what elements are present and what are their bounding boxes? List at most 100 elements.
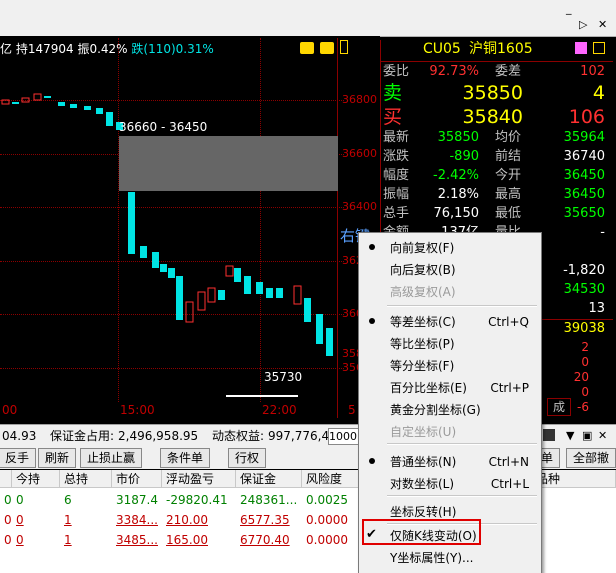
- exercise-button[interactable]: 行权: [228, 448, 267, 468]
- candle: [176, 276, 183, 320]
- candle: [244, 276, 251, 294]
- trades-tab[interactable]: 成: [547, 398, 571, 416]
- menu-item-label: 向后复权(B): [390, 263, 456, 277]
- candle: [225, 265, 234, 277]
- table-header[interactable]: [0, 470, 12, 488]
- menu-item-label: 等比坐标(P): [390, 337, 455, 351]
- quote-name: 沪铜1605: [469, 41, 533, 57]
- menu-item[interactable]: 高级复权(A): [359, 281, 541, 303]
- indicator-icon[interactable]: [320, 42, 334, 54]
- stop-loss-button[interactable]: 止损止赢: [80, 448, 143, 468]
- menu-item[interactable]: 等差坐标(C) Ctrl+Q: [359, 311, 541, 333]
- menu-item-label: 自定坐标(U): [390, 425, 457, 439]
- table-header[interactable]: 今持: [12, 470, 60, 488]
- table-header[interactable]: 品种: [532, 470, 616, 488]
- candle: [44, 96, 51, 98]
- candle: [207, 287, 216, 303]
- y-axis-label: 36800: [342, 93, 377, 106]
- quote-value: 106: [568, 106, 605, 128]
- table-cell: 0: [16, 493, 24, 507]
- menu-item[interactable]: 等分坐标(F): [359, 355, 541, 377]
- quote-label: 今开: [495, 168, 522, 183]
- candle: [185, 301, 194, 323]
- candle: [276, 288, 283, 298]
- table-cell: 3485...: [116, 533, 158, 547]
- table-header[interactable]: 市价: [112, 470, 162, 488]
- menu-item[interactable]: 等比坐标(P): [359, 333, 541, 355]
- candle: [160, 264, 167, 272]
- table-cell: 3384...: [116, 513, 158, 527]
- quote-label: 买: [383, 106, 403, 128]
- candle: [326, 328, 333, 356]
- quote-label: 委差: [495, 64, 522, 79]
- pin-icon[interactable]: [575, 42, 587, 54]
- quote-label: 卖: [383, 82, 403, 104]
- menu-item[interactable]: 普通坐标(N) Ctrl+N: [359, 451, 541, 473]
- close-icon[interactable]: ✕: [598, 18, 607, 32]
- quote-label: 最低: [495, 206, 522, 221]
- quote-value: 2.18%: [437, 187, 479, 202]
- gap-label: 36660 - 36450: [119, 120, 208, 134]
- condition-order-button[interactable]: 条件单: [160, 448, 211, 468]
- table-cell: 1: [64, 533, 72, 547]
- quote-row: 幅度 -2.42% 今开 36450: [381, 167, 613, 185]
- quote-value: -: [600, 225, 605, 240]
- candle: [21, 97, 30, 103]
- menu-separator: [387, 443, 537, 445]
- top-title-strip: _ ▷ ✕: [0, 0, 616, 37]
- x-axis-label: 5: [348, 403, 356, 417]
- chart-info-line: 亿 持147904 振0.42% 跌(110)0.31%: [0, 40, 214, 56]
- menu-item[interactable]: 对数坐标(L) Ctrl+L: [359, 473, 541, 495]
- table-cell: 6770.40: [240, 533, 290, 547]
- menu-item[interactable]: 向前复权(F): [359, 237, 541, 259]
- quote-row: 买 35840 106: [381, 106, 613, 128]
- refresh-button[interactable]: 刷新: [38, 448, 77, 468]
- menu-item-label: 等分坐标(F): [390, 359, 455, 373]
- table-cell: 0: [4, 513, 12, 527]
- close-icon[interactable]: ✕: [598, 425, 607, 447]
- quantity-input[interactable]: 1000: [328, 428, 360, 445]
- minimize-icon[interactable]: _: [566, 2, 572, 16]
- menu-item[interactable]: 百分比坐标(E) Ctrl+P: [359, 377, 541, 399]
- y-axis-label: 36400: [342, 200, 377, 213]
- table-cell: 0: [16, 513, 24, 527]
- menu-item-label: 黄金分割坐标(G): [390, 403, 481, 417]
- quote-label: 最新: [383, 130, 410, 145]
- pin-icon[interactable]: ▣: [582, 425, 592, 447]
- quote-value: 36450: [563, 168, 605, 183]
- bookmark-icon[interactable]: [340, 40, 348, 54]
- reverse-button[interactable]: 反手: [0, 448, 37, 468]
- candle: [106, 112, 113, 126]
- quote-code: CU05: [423, 41, 461, 57]
- table-cell: 3187.4: [116, 493, 158, 507]
- candle: [197, 291, 206, 311]
- cancel-all-button[interactable]: 全部撤: [566, 448, 616, 468]
- quote-value: 35850: [462, 82, 523, 104]
- candle: [140, 246, 147, 258]
- candle: [234, 268, 241, 282]
- x-axis-label: 22:00: [262, 403, 297, 417]
- menu-item[interactable]: 黄金分割坐标(G): [359, 399, 541, 421]
- table-cell: 248361...: [240, 493, 298, 507]
- dropdown-icon[interactable]: ▼: [566, 425, 574, 447]
- quote-row: 总手 76,150 最低 35650: [381, 205, 613, 223]
- quote-value: 35840: [462, 106, 523, 128]
- quote-value: 36740: [563, 149, 605, 164]
- candle: [1, 99, 10, 105]
- y-axis-label: 36600: [342, 147, 377, 160]
- candle: [168, 268, 175, 278]
- menu-item[interactable]: 向后复权(B): [359, 259, 541, 281]
- x-axis-label: 15:00: [120, 403, 155, 417]
- table-header[interactable]: 浮动盈亏: [162, 470, 236, 488]
- quote-label: 总手: [383, 206, 410, 221]
- flag-icon[interactable]: [593, 42, 605, 54]
- menu-item[interactable]: 自定坐标(U): [359, 421, 541, 443]
- table-header[interactable]: 保证金: [236, 470, 302, 488]
- settings-icon[interactable]: [543, 429, 555, 441]
- menu-item-label: 普通坐标(N): [390, 455, 457, 469]
- menu-item[interactable]: Y坐标属性(Y)...: [359, 547, 541, 569]
- indicator-icon[interactable]: [300, 42, 314, 54]
- table-header[interactable]: 总持: [60, 470, 112, 488]
- candle: [70, 104, 77, 108]
- play-icon[interactable]: ▷: [579, 18, 587, 32]
